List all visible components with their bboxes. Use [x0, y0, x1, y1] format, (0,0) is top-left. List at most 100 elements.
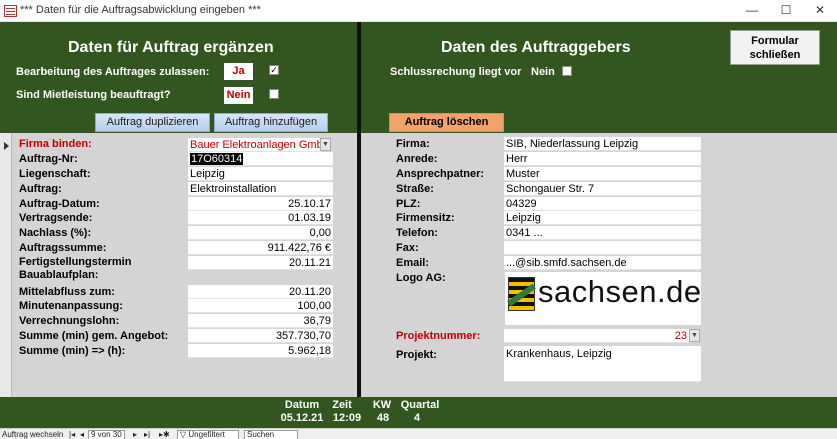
- allow-edit-value: Ja: [224, 63, 253, 80]
- verrechnungslohn-label: Verrechnungslohn:: [19, 315, 120, 327]
- bauablaufplan-label: Bauablaufplan:: [19, 269, 99, 281]
- zeit-label: Zeit: [332, 399, 352, 411]
- mittelabfluss-field[interactable]: 20.11.20: [188, 285, 333, 299]
- delete-order-button[interactable]: Auftrag löschen: [389, 113, 504, 132]
- fertigstellung-label: Fertigstellungstermin: [19, 256, 132, 268]
- vertragsende-label: Vertragsende:: [19, 212, 93, 224]
- mittelabfluss-label: Mittelabfluss zum:: [19, 286, 115, 298]
- projektnummer-label: Projektnummer:: [396, 330, 481, 342]
- auftrag-label: Auftrag:: [19, 183, 62, 195]
- record-nav-label: Auftrag wechseln: [2, 430, 64, 439]
- client-firma-field[interactable]: SIB, Niederlassung Leipzig: [504, 137, 701, 151]
- auftrag-nr-field[interactable]: 17O60314: [188, 152, 333, 166]
- firma-binden-label: Firma binden:: [19, 138, 92, 150]
- anrede-label: Anrede:: [396, 153, 438, 165]
- zeit-value: 12:09: [332, 412, 362, 424]
- fax-label: Fax:: [396, 242, 419, 254]
- filter-button[interactable]: ▽ Ungefiltert: [177, 430, 239, 439]
- ansprechpartner-field[interactable]: Muster: [504, 167, 701, 181]
- rent-service-value: Nein: [224, 87, 253, 104]
- logo-wordmark: sachsen.de: [538, 274, 702, 309]
- telefon-field[interactable]: 0341 ...: [504, 226, 701, 240]
- window-title: *** Daten für die Auftragsabwicklung ein…: [20, 4, 261, 16]
- chevron-down-icon[interactable]: ▼: [320, 138, 331, 151]
- minutenanpassung-field[interactable]: 100,00: [188, 299, 333, 313]
- datum-value: 05.12.21: [280, 412, 324, 424]
- new-record-button[interactable]: ▸✱: [159, 430, 170, 439]
- kw-label: KW: [372, 399, 392, 411]
- projekt-label: Projekt:: [396, 349, 437, 361]
- quartal-value: 4: [413, 412, 421, 424]
- logo-label: Logo AG:: [396, 272, 446, 284]
- saxony-coat-of-arms-icon: [508, 277, 535, 311]
- liegenschaft-field[interactable]: Leipzig: [188, 167, 333, 181]
- next-record-button[interactable]: ▸: [133, 430, 137, 439]
- minutenanpassung-label: Minutenanpassung:: [19, 300, 123, 312]
- chevron-down-icon[interactable]: ▼: [689, 329, 700, 342]
- quartal-label: Quartal: [400, 399, 440, 411]
- firma-binden-select[interactable]: Bauer Elektroanlagen GmbH: [188, 138, 321, 152]
- auftrag-datum-field[interactable]: 25.10.17: [188, 197, 333, 211]
- firmensitz-field[interactable]: Leipzig: [504, 211, 701, 225]
- plz-field[interactable]: 04329: [504, 197, 701, 211]
- close-window-button[interactable]: ✕: [803, 2, 837, 19]
- nachlass-field[interactable]: 0,00: [188, 226, 333, 240]
- email-field[interactable]: ...@sib.smfd.sachsen.de: [504, 256, 701, 270]
- allow-edit-checkbox[interactable]: ✓: [269, 65, 279, 75]
- first-record-button[interactable]: |◂: [69, 430, 75, 439]
- strasse-label: Straße:: [396, 183, 434, 195]
- email-label: Email:: [396, 257, 430, 269]
- summe-min-h-label: Summe (min) => (h):: [19, 345, 126, 357]
- record-position-input[interactable]: 9 von 30: [88, 430, 125, 439]
- datum-label: Datum: [284, 399, 320, 411]
- strasse-field[interactable]: Schongauer Str. 7: [504, 182, 701, 196]
- filter-label: Ungefiltert: [188, 430, 225, 439]
- vertragsende-field[interactable]: 01.03.19: [188, 211, 333, 225]
- form-icon: [4, 5, 17, 17]
- verrechnungslohn-field[interactable]: 36,79: [188, 314, 333, 328]
- nachlass-label: Nachlass (%):: [19, 227, 92, 239]
- record-navigation-bar: Auftrag wechseln |◂ ◂ 9 von 30 ▸ ▸| ▸✱ ▽…: [0, 428, 837, 439]
- allow-edit-label: Bearbeitung des Auftrages zulassen:: [16, 66, 210, 78]
- record-selector[interactable]: [0, 133, 12, 397]
- summe-min-h-field[interactable]: 5.962,18: [188, 344, 333, 358]
- window-titlebar: *** Daten für die Auftragsabwicklung ein…: [0, 0, 837, 22]
- rent-service-label: Sind Mietleistung beauftragt?: [16, 89, 171, 101]
- plz-label: PLZ:: [396, 198, 421, 210]
- maximize-button[interactable]: ☐: [769, 2, 803, 19]
- duplicate-order-button[interactable]: Auftrag duplizieren: [95, 113, 210, 132]
- minimize-button[interactable]: —: [735, 2, 769, 19]
- auftragssumme-label: Auftragssumme:: [19, 242, 107, 254]
- add-order-button[interactable]: Auftrag hinzufügen: [214, 113, 328, 132]
- last-record-button[interactable]: ▸|: [144, 430, 150, 439]
- firmensitz-label: Firmensitz:: [396, 212, 455, 224]
- previous-record-button[interactable]: ◂: [80, 430, 84, 439]
- summe-min-angebot-field[interactable]: 357.730,70: [188, 329, 333, 343]
- projektnummer-select[interactable]: 23: [504, 329, 689, 343]
- projekt-field[interactable]: Krankenhaus, Leipzig: [504, 346, 701, 382]
- close-form-button[interactable]: Formular schließen: [730, 30, 820, 65]
- filter-icon: ▽: [180, 430, 187, 439]
- liegenschaft-label: Liegenschaft:: [19, 168, 91, 180]
- rent-service-checkbox[interactable]: [269, 89, 279, 99]
- auftrag-nr-label: Auftrag-Nr:: [19, 153, 78, 165]
- current-record-icon: [4, 142, 9, 150]
- client-logo: sachsen.de: [505, 272, 701, 325]
- auftrag-datum-label: Auftrag-Datum:: [19, 198, 100, 210]
- kw-value: 48: [376, 412, 390, 424]
- auftragssumme-field[interactable]: 911.422,76 €: [188, 241, 333, 255]
- final-invoice-checkbox[interactable]: [562, 66, 572, 76]
- summe-min-angebot-label: Summe (min) gem. Angebot:: [19, 330, 169, 342]
- client-firma-label: Firma:: [396, 138, 430, 150]
- fax-field[interactable]: [504, 241, 701, 255]
- anrede-field[interactable]: Herr: [504, 152, 701, 166]
- search-input[interactable]: Suchen: [244, 430, 298, 439]
- fertigstellung-field[interactable]: 20.11.21: [188, 256, 333, 270]
- client-section-title: Daten des Auftraggebers: [441, 39, 631, 56]
- order-section-title: Daten für Auftrag ergänzen: [68, 39, 274, 56]
- auftrag-field[interactable]: Elektroinstallation: [188, 182, 333, 196]
- final-invoice-value: Nein: [531, 66, 555, 78]
- auftrag-nr-value: 17O60314: [190, 153, 244, 165]
- telefon-label: Telefon:: [396, 227, 438, 239]
- final-invoice-label: Schlussrechung liegt vor: [390, 66, 522, 78]
